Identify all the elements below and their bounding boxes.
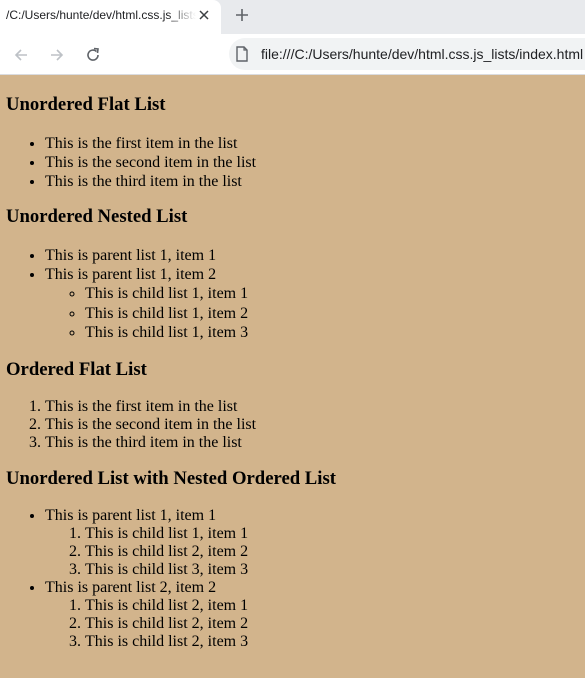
list-item: This is the second item in the list: [45, 153, 579, 172]
url-text[interactable]: file:///C:/Users/hunte/dev/html.css.js_l…: [261, 46, 583, 62]
child-list-item: This is child list 2, item 1: [85, 597, 579, 615]
list-item-label: This is parent list 1, item 1: [45, 506, 217, 524]
heading-unordered-list-with-nested-ordered-list: Unordered List with Nested Ordered List: [6, 467, 336, 489]
list-item: This is the first item in the list: [45, 134, 579, 153]
browser-tab[interactable]: /C:/Users/hunte/dev/html.css.js_lists/in…: [0, 0, 221, 34]
list-item: This is parent list 1, item 1 This is ch…: [45, 507, 579, 579]
list-item: This is parent list 2, item 2 This is ch…: [45, 579, 579, 651]
unordered-nested-list: This is parent list 1, item 1 This is pa…: [6, 246, 579, 343]
list-item: This is parent list 1, item 1: [45, 246, 579, 265]
address-bar[interactable]: file:///C:/Users/hunte/dev/html.css.js_l…: [229, 38, 585, 70]
list-item: This is the second item in the list: [45, 416, 579, 434]
heading-unordered-nested-list: Unordered Nested List: [6, 206, 188, 227]
child-list-item: This is child list 2, item 2: [85, 543, 579, 561]
list-item: This is the third item in the list: [45, 172, 579, 191]
browser-toolbar: file:///C:/Users/hunte/dev/html.css.js_l…: [0, 34, 585, 75]
heading-unordered-flat-list: Unordered Flat List: [6, 94, 166, 115]
forward-arrow-icon[interactable]: [47, 45, 67, 65]
file-icon: [235, 46, 249, 62]
child-list-item: This is child list 1, item 3: [85, 323, 579, 343]
list-item-label: This is parent list 2, item 2: [45, 578, 217, 596]
child-list: This is child list 1, item 1 This is chi…: [45, 284, 579, 343]
heading-ordered-flat-list: Ordered Flat List: [6, 358, 147, 380]
unordered-list-with-nested-ordered: This is parent list 1, item 1 This is ch…: [6, 507, 579, 651]
nested-ordered-list: This is child list 1, item 1 This is chi…: [45, 525, 579, 579]
child-list-item: This is child list 2, item 2: [85, 615, 579, 633]
back-arrow-icon[interactable]: [11, 45, 31, 65]
reload-icon[interactable]: [83, 45, 103, 65]
list-item: This is the first item in the list: [45, 398, 579, 416]
list-item: This is the third item in the list: [45, 434, 579, 452]
child-list-item: This is child list 1, item 2: [85, 304, 579, 324]
child-list-item: This is child list 1, item 1: [85, 284, 579, 304]
nested-ordered-list: This is child list 2, item 1 This is chi…: [45, 597, 579, 651]
unordered-flat-list: This is the first item in the list This …: [6, 134, 579, 191]
page-content: Unordered Flat List This is the first it…: [0, 94, 585, 651]
list-item: This is parent list 1, item 2 This is ch…: [45, 265, 579, 343]
child-list-item: This is child list 1, item 1: [85, 525, 579, 543]
tab-strip: /C:/Users/hunte/dev/html.css.js_lists/in…: [0, 0, 585, 34]
list-item-label: This is parent list 1, item 2: [45, 266, 217, 283]
new-tab-icon[interactable]: [232, 5, 252, 25]
tab-title: /C:/Users/hunte/dev/html.css.js_lists/in…: [6, 8, 196, 22]
child-list-item: This is child list 3, item 3: [85, 561, 579, 579]
ordered-flat-list: This is the first item in the list This …: [6, 398, 579, 452]
child-list-item: This is child list 2, item 3: [85, 633, 579, 651]
close-icon[interactable]: [196, 7, 212, 23]
